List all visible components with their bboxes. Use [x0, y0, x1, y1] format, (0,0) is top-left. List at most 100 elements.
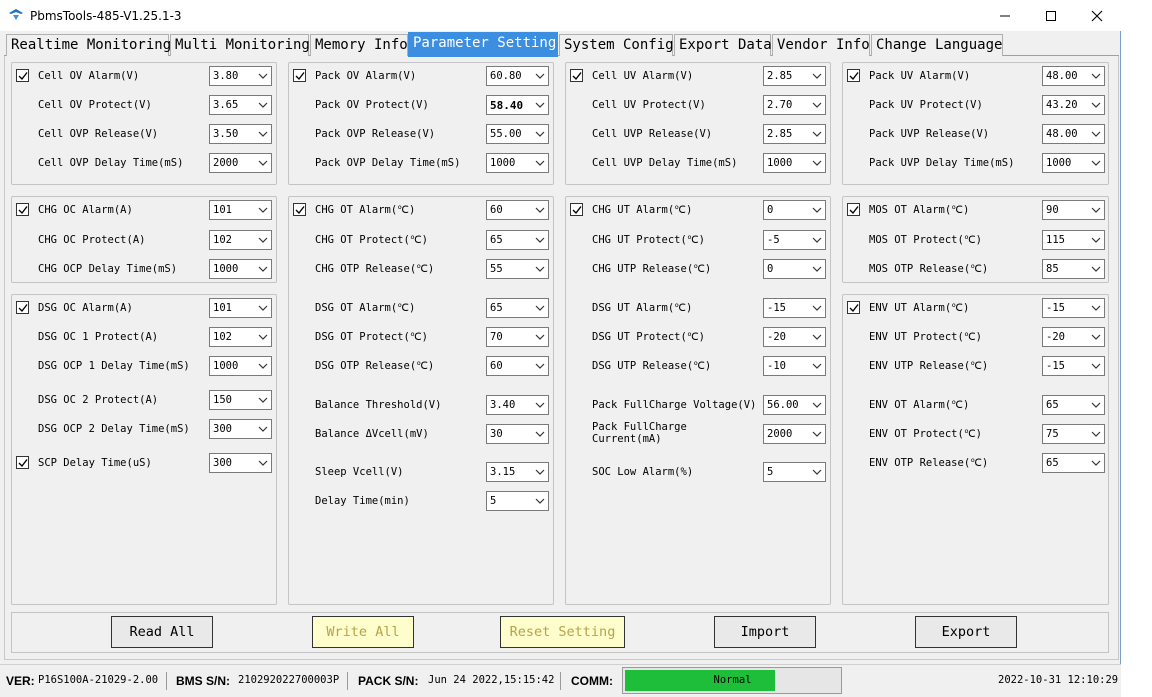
param-value-combobox[interactable]: 55.00 [486, 124, 549, 144]
param-value-combobox[interactable]: 2.85 [763, 66, 826, 86]
param-value-combobox[interactable]: 1000 [1042, 153, 1105, 173]
minimize-button[interactable] [982, 0, 1028, 31]
param-value-combobox[interactable]: 2000 [209, 153, 272, 173]
param-value-combobox[interactable]: 65 [486, 298, 549, 318]
chevron-down-icon [1091, 237, 1101, 243]
param-value-combobox[interactable]: 48.00 [1042, 66, 1105, 86]
param-value-combobox[interactable]: 0 [763, 259, 826, 279]
param-label: ENV OT Protect(℃) [869, 428, 982, 440]
param-value-combobox[interactable]: -15 [1042, 298, 1105, 318]
tab-memory-info[interactable]: Memory Info [310, 34, 408, 56]
tab-change-language[interactable]: Change Language [871, 34, 1003, 56]
tab-system-config[interactable]: System Config [559, 34, 674, 56]
param-value-combobox[interactable]: 3.80 [209, 66, 272, 86]
chevron-down-icon [535, 237, 545, 243]
param-value-combobox[interactable]: 1000 [486, 153, 549, 173]
chevron-down-icon [812, 160, 822, 166]
param-value-combobox[interactable]: 102 [209, 327, 272, 347]
param-value-combobox[interactable]: 3.65 [209, 95, 272, 115]
param-value-combobox[interactable]: 70 [486, 327, 549, 347]
param-value-combobox[interactable]: 3.40 [486, 395, 549, 415]
param-value-combobox[interactable]: 48.00 [1042, 124, 1105, 144]
param-value-combobox[interactable]: -10 [763, 356, 826, 376]
tab-realtime-monitoring[interactable]: Realtime Monitoring [6, 34, 171, 56]
param-value-combobox[interactable]: 56.00 [763, 395, 826, 415]
param-value: 2000 [767, 428, 793, 440]
param-value-combobox[interactable]: -5 [763, 230, 826, 250]
write-all-button[interactable]: Write All [312, 616, 414, 648]
param-value-combobox[interactable]: 300 [209, 453, 272, 473]
param-value-combobox[interactable]: 5 [763, 462, 826, 482]
param-value-combobox[interactable]: 43.20 [1042, 95, 1105, 115]
maximize-button[interactable] [1028, 0, 1074, 31]
chevron-down-icon [258, 102, 268, 108]
param-value-combobox[interactable]: 115 [1042, 230, 1105, 250]
enable-checkbox[interactable] [570, 203, 583, 216]
enable-checkbox[interactable] [16, 456, 29, 469]
tab-vendor-info[interactable]: Vendor Info [772, 34, 870, 56]
enable-checkbox[interactable] [293, 203, 306, 216]
tab-multi-monitoring[interactable]: Multi Monitoring [170, 34, 310, 56]
param-value: 70 [490, 331, 503, 343]
param-value-combobox[interactable]: 30 [486, 424, 549, 444]
enable-checkbox[interactable] [847, 203, 860, 216]
param-value-combobox[interactable]: 5 [486, 491, 549, 511]
param-value-combobox[interactable]: 1000 [209, 356, 272, 376]
read-all-button[interactable]: Read All [111, 616, 213, 648]
param-value-combobox[interactable]: 60 [486, 200, 549, 220]
checkmark-icon [849, 206, 859, 215]
param-value-combobox[interactable]: 2.70 [763, 95, 826, 115]
param-label: DSG OC 1 Protect(A) [38, 331, 159, 343]
param-value-combobox[interactable]: -15 [1042, 356, 1105, 376]
param-value-combobox[interactable]: 1000 [209, 259, 272, 279]
param-value-combobox[interactable]: 90 [1042, 200, 1105, 220]
param-value-combobox[interactable]: 60 [486, 356, 549, 376]
close-button[interactable] [1074, 0, 1120, 31]
param-label: Pack OVP Delay Time(mS) [315, 157, 461, 169]
param-value-combobox[interactable]: 2.85 [763, 124, 826, 144]
param-value-combobox[interactable]: 101 [209, 200, 272, 220]
import-button[interactable]: Import [714, 616, 816, 648]
param-value-combobox[interactable]: 0 [763, 200, 826, 220]
param-value-combobox[interactable]: 102 [209, 230, 272, 250]
param-value-combobox[interactable]: 300 [209, 419, 272, 439]
checkmark-icon [295, 72, 305, 81]
enable-checkbox[interactable] [847, 69, 860, 82]
chevron-down-icon [1091, 334, 1101, 340]
param-label: Delay Time(min) [315, 495, 410, 507]
chevron-down-icon [258, 334, 268, 340]
param-value-combobox[interactable]: -15 [763, 298, 826, 318]
param-value-combobox[interactable]: 2000 [763, 424, 826, 444]
enable-checkbox[interactable] [293, 69, 306, 82]
param-value-combobox[interactable]: 65 [1042, 453, 1105, 473]
param-value-combobox[interactable]: 60.80 [486, 66, 549, 86]
param-value: -15 [1046, 302, 1065, 314]
param-value-combobox[interactable]: -20 [763, 327, 826, 347]
param-value-combobox[interactable]: 3.50 [209, 124, 272, 144]
chevron-down-icon [812, 237, 822, 243]
param-value-combobox[interactable]: -20 [1042, 327, 1105, 347]
param-value-combobox[interactable]: 101 [209, 298, 272, 318]
chevron-down-icon [535, 73, 545, 79]
param-value-combobox[interactable]: 58.40 [486, 95, 549, 115]
reset-setting-button[interactable]: Reset Setting [500, 616, 625, 648]
param-value-combobox[interactable]: 1000 [763, 153, 826, 173]
param-value-combobox[interactable]: 65 [486, 230, 549, 250]
param-label: CHG OCP Delay Time(mS) [38, 263, 178, 275]
close-icon [1091, 10, 1103, 21]
param-value-combobox[interactable]: 3.15 [486, 462, 549, 482]
export-button[interactable]: Export [915, 616, 1017, 648]
enable-checkbox[interactable] [847, 301, 860, 314]
enable-checkbox[interactable] [16, 301, 29, 314]
param-label: CHG UT Alarm(℃) [592, 204, 693, 216]
enable-checkbox[interactable] [16, 203, 29, 216]
param-value-combobox[interactable]: 75 [1042, 424, 1105, 444]
tab-parameter-setting[interactable]: Parameter Setting [408, 32, 558, 57]
tab-export-data[interactable]: Export Data [674, 34, 772, 56]
param-value-combobox[interactable]: 150 [209, 390, 272, 410]
enable-checkbox[interactable] [16, 69, 29, 82]
param-value-combobox[interactable]: 55 [486, 259, 549, 279]
enable-checkbox[interactable] [570, 69, 583, 82]
param-value-combobox[interactable]: 85 [1042, 259, 1105, 279]
param-value-combobox[interactable]: 65 [1042, 395, 1105, 415]
